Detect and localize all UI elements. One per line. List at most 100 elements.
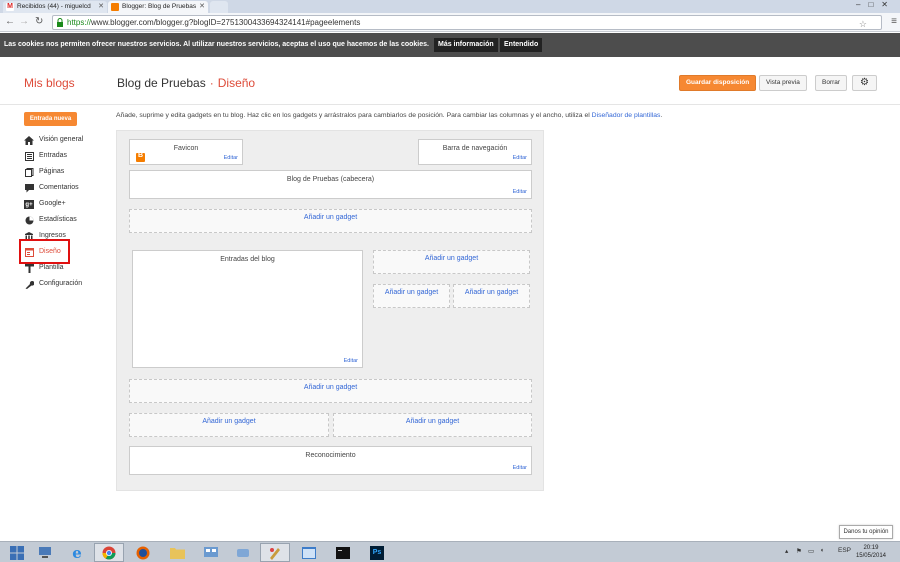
back-icon[interactable]: ← (5, 16, 15, 27)
taskbar-photoshop[interactable]: Ps (362, 543, 392, 562)
photoshop-icon: Ps (370, 545, 384, 560)
add-gadget-slot[interactable]: Añadir un gadget (453, 284, 530, 308)
title-separator: · (209, 76, 214, 90)
blogger-icon (111, 3, 119, 11)
gadget-navbar[interactable]: Barra de navegación Editar (418, 139, 532, 165)
tray-network-icon[interactable]: ▭ (808, 547, 814, 555)
taskbar-paint[interactable] (260, 543, 290, 562)
sidebar-item-label: Comentarios (39, 184, 79, 191)
edit-link[interactable]: Editar (513, 155, 527, 161)
language-indicator[interactable]: ESP (838, 547, 851, 554)
save-layout-button[interactable]: Guardar disposición (679, 75, 757, 91)
tray-flag-icon[interactable]: ⚑ (796, 547, 802, 555)
gadget-title: Reconocimiento (305, 452, 356, 459)
sidebar-item-label: Plantilla (39, 264, 64, 271)
sidebar-item-posts[interactable]: Entradas (24, 149, 67, 163)
gadget-favicon[interactable]: Favicon Editar (129, 139, 243, 165)
google-plus-icon: g+ (24, 200, 34, 209)
my-blogs-link[interactable]: Mis blogs (24, 76, 75, 90)
sidebar-item-overview[interactable]: Visión general (24, 133, 83, 147)
gear-icon[interactable]: ⚙ (852, 75, 877, 91)
add-gadget-slot[interactable]: Añadir un gadget (373, 250, 530, 274)
add-gadget-link[interactable]: Añadir un gadget (374, 255, 529, 262)
close-tab-icon[interactable]: ✕ (199, 1, 205, 13)
template-icon (24, 264, 34, 273)
windows-logo-icon (10, 545, 24, 560)
taskbar-app-2[interactable] (228, 543, 258, 562)
cookie-more-info-button[interactable]: Más información (434, 38, 498, 52)
tab-label: Recibidos (44) - miguelcd (17, 3, 91, 10)
gadget-header[interactable]: Blog de Pruebas (cabecera) Editar (129, 170, 532, 199)
gadget-blog-posts[interactable]: Entradas del blog Editar (132, 250, 363, 368)
reload-icon[interactable]: ↻ (35, 16, 43, 27)
add-gadget-slot[interactable]: Añadir un gadget (129, 209, 532, 233)
terminal-icon (336, 546, 350, 559)
tray-arrow-icon[interactable]: ▴ (785, 547, 788, 555)
comments-icon (24, 184, 34, 193)
add-gadget-slot[interactable]: Añadir un gadget (129, 379, 532, 403)
highlight-box (19, 239, 70, 264)
taskbar-chrome[interactable] (94, 543, 124, 562)
new-tab-button[interactable] (210, 1, 228, 13)
edit-link[interactable]: Editar (513, 465, 527, 471)
add-gadget-slot[interactable]: Añadir un gadget (333, 413, 532, 437)
taskbar-ie[interactable]: e (62, 543, 92, 562)
feedback-button[interactable]: Danos tu opinión (839, 525, 893, 539)
browser-menu-icon[interactable]: ≡ (891, 16, 897, 27)
intro-end: . (660, 112, 663, 119)
add-gadget-slot[interactable]: Añadir un gadget (373, 284, 450, 308)
sidebar-item-settings[interactable]: Configuración (24, 277, 82, 291)
template-designer-link[interactable]: Diseñador de plantillas (592, 112, 661, 119)
system-clock[interactable]: 20:19 15/05/2014 (856, 544, 886, 560)
taskbar-cmd[interactable] (328, 543, 358, 562)
computer-icon (39, 546, 51, 558)
add-gadget-link[interactable]: Añadir un gadget (374, 289, 449, 296)
taskbar-computer[interactable] (30, 543, 60, 562)
edit-link[interactable]: Editar (224, 155, 238, 161)
sidebar-item-comments[interactable]: Comentarios (24, 181, 79, 195)
sidebar-item-stats[interactable]: Estadísticas (24, 213, 77, 227)
url-text: www.blogger.com/blogger.g?blogID=2751300… (91, 18, 361, 27)
tab-gmail[interactable]: M Recibidos (44) - miguelcd ✕ (3, 1, 107, 13)
home-icon (24, 136, 34, 145)
taskbar-app-1[interactable] (196, 543, 226, 562)
wrench-icon (24, 280, 34, 289)
taskbar-app-3[interactable] (294, 543, 324, 562)
sidebar-item-label: Configuración (39, 280, 83, 287)
add-gadget-slot[interactable]: Añadir un gadget (129, 413, 329, 437)
blogger-header: Mis blogs Blog de Pruebas · Diseño Guardar… (0, 57, 900, 105)
sidebar-item-label: Páginas (39, 168, 65, 175)
stats-icon (24, 216, 34, 225)
blog-name: Blog de Pruebas (117, 76, 206, 90)
add-gadget-link[interactable]: Añadir un gadget (334, 418, 531, 425)
start-button[interactable] (2, 543, 32, 562)
add-gadget-link[interactable]: Añadir un gadget (130, 384, 531, 391)
sidebar-item-pages[interactable]: Páginas (24, 165, 64, 179)
preview-button[interactable]: Vista previa (759, 75, 807, 91)
add-gadget-link[interactable]: Añadir un gadget (454, 289, 529, 296)
gadget-title: Barra de navegación (442, 145, 508, 152)
edit-link[interactable]: Editar (513, 189, 527, 195)
posts-icon (24, 152, 34, 161)
cookie-accept-button[interactable]: Entendido (500, 38, 543, 52)
add-gadget-link[interactable]: Añadir un gadget (130, 214, 531, 221)
bookmark-star-icon[interactable]: ☆ (859, 18, 867, 31)
window-controls[interactable]: –□✕ (856, 0, 896, 9)
gadget-attribution[interactable]: Reconocimiento Editar (129, 446, 532, 475)
sidebar-item-google-plus[interactable]: g+ Google+ (24, 197, 66, 211)
taskbar-firefox[interactable] (128, 543, 158, 562)
forward-icon[interactable]: → (19, 16, 29, 27)
edit-link[interactable]: Editar (344, 358, 358, 364)
gadget-title: Blog de Pruebas (cabecera) (286, 176, 375, 183)
intro-text: Añade, suprime y edita gadgets en tu blo… (116, 112, 662, 119)
discard-button[interactable]: Borrar (815, 75, 848, 91)
close-tab-icon[interactable]: ✕ (98, 1, 104, 13)
new-post-button[interactable]: Entrada nueva (24, 112, 77, 126)
url-input[interactable]: https://www.blogger.com/blogger.g?blogID… (52, 15, 882, 30)
tray-volume-icon[interactable]: ◖ (820, 547, 824, 554)
tab-blogger[interactable]: Blogger: Blog de Pruebas ✕ (108, 1, 208, 13)
add-gadget-link[interactable]: Añadir un gadget (130, 418, 328, 425)
taskbar-explorer[interactable] (162, 543, 192, 562)
clock-time: 20:19 (863, 545, 879, 551)
sidebar-item-label: Ingresos (39, 232, 66, 239)
